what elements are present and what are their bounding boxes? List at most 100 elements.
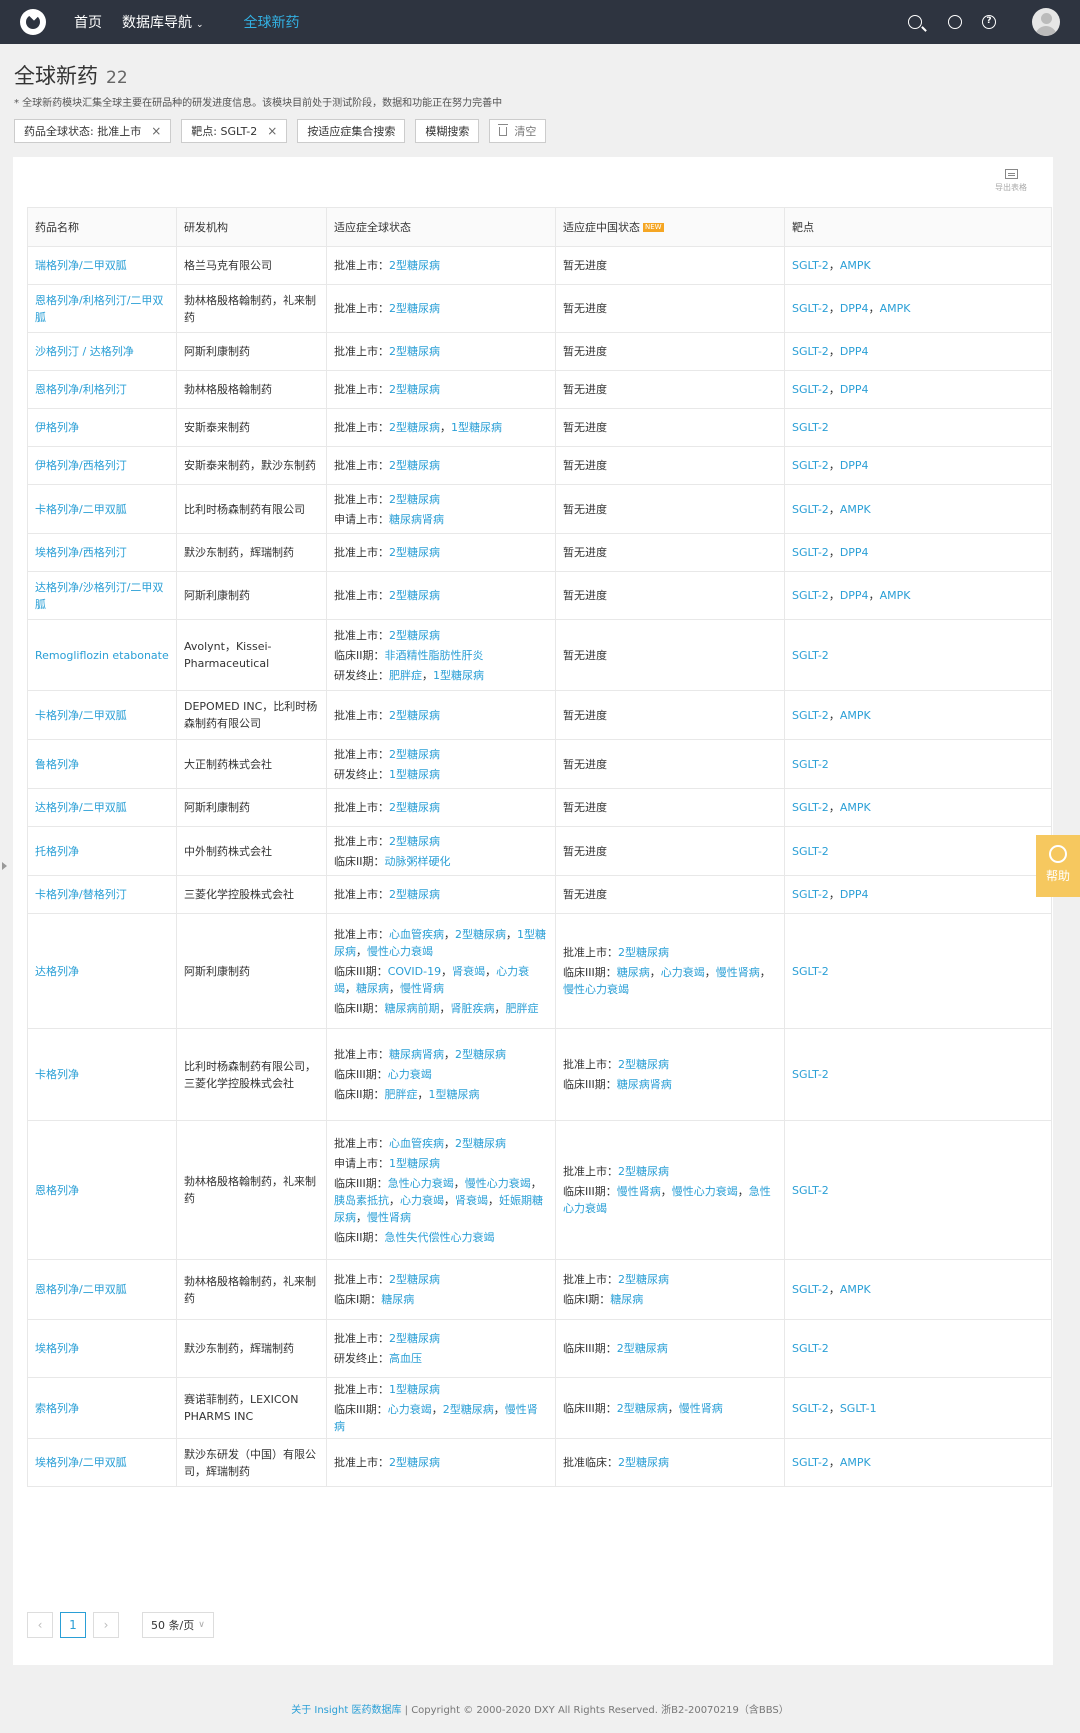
indication-link[interactable]: 动脉粥样硬化: [385, 855, 451, 868]
drug-name-link[interactable]: Remogliflozin etabonate: [35, 649, 169, 662]
indication-link[interactable]: 肾脏疾病: [451, 1002, 495, 1015]
indication-link[interactable]: 1型糖尿病: [433, 669, 484, 682]
help-button[interactable]: 帮助: [1036, 835, 1080, 897]
sidebar-toggle-icon[interactable]: [2, 862, 7, 870]
indication-link[interactable]: 高血压: [389, 1352, 422, 1365]
indication-link[interactable]: 慢性心力衰竭: [367, 945, 433, 958]
indication-link[interactable]: 2型糖尿病: [617, 1342, 668, 1355]
indication-link[interactable]: 糖尿病: [617, 966, 650, 979]
drug-name-link[interactable]: 埃格列净: [35, 1342, 79, 1355]
indication-search-button[interactable]: 按适应症集合搜索: [297, 119, 406, 143]
target-link[interactable]: AMPK: [880, 589, 911, 602]
fuzzy-search-button[interactable]: 模糊搜索: [415, 119, 480, 143]
indication-link[interactable]: 胰岛素抵抗: [334, 1194, 389, 1207]
drug-name-link[interactable]: 达格列净/二甲双胍: [35, 801, 127, 814]
indication-link[interactable]: 慢性肾病: [716, 966, 760, 979]
target-link[interactable]: DPP4: [840, 459, 869, 472]
indication-link[interactable]: 心力衰竭: [388, 1403, 432, 1416]
filter-chip-status[interactable]: 药品全球状态: 批准上市 ×: [14, 119, 172, 143]
export-table-button[interactable]: 导出表格: [995, 169, 1027, 193]
target-link[interactable]: DPP4: [840, 345, 869, 358]
target-link[interactable]: SGLT-2: [792, 503, 829, 516]
indication-link[interactable]: 急性心力衰竭: [388, 1177, 454, 1190]
indication-link[interactable]: 2型糖尿病: [443, 1403, 494, 1416]
indication-link[interactable]: 2型糖尿病: [389, 629, 440, 642]
indication-link[interactable]: 2型糖尿病: [389, 748, 440, 761]
drug-name-link[interactable]: 托格列净: [35, 845, 79, 858]
indication-link[interactable]: 2型糖尿病: [389, 259, 440, 272]
target-link[interactable]: SGLT-2: [792, 383, 829, 396]
search-icon[interactable]: [908, 15, 922, 29]
target-link[interactable]: AMPK: [880, 302, 911, 315]
target-link[interactable]: SGLT-2: [792, 345, 829, 358]
target-link[interactable]: SGLT-2: [792, 259, 829, 272]
indication-link[interactable]: 2型糖尿病: [389, 1273, 440, 1286]
target-link[interactable]: SGLT-2: [792, 965, 829, 978]
indication-link[interactable]: 慢性肾病: [367, 1211, 411, 1224]
indication-link[interactable]: 2型糖尿病: [389, 459, 440, 472]
target-link[interactable]: SGLT-2: [792, 709, 829, 722]
indication-link[interactable]: 肥胖症: [385, 1088, 418, 1101]
indication-link[interactable]: 2型糖尿病: [389, 345, 440, 358]
indication-link[interactable]: 2型糖尿病: [389, 801, 440, 814]
indication-link[interactable]: 慢性肾病: [617, 1185, 661, 1198]
indication-link[interactable]: 肥胖症: [506, 1002, 539, 1015]
drug-name-link[interactable]: 索格列净: [35, 1402, 79, 1415]
target-link[interactable]: SGLT-2: [792, 1184, 829, 1197]
target-link[interactable]: SGLT-2: [792, 649, 829, 662]
indication-link[interactable]: 2型糖尿病: [389, 709, 440, 722]
indication-link[interactable]: 2型糖尿病: [618, 946, 669, 959]
logo-icon[interactable]: [20, 9, 46, 35]
drug-name-link[interactable]: 达格列净/沙格列汀/二甲双胍: [35, 581, 163, 611]
indication-link[interactable]: 2型糖尿病: [455, 1137, 506, 1150]
indication-link[interactable]: 2型糖尿病: [389, 546, 440, 559]
drug-name-link[interactable]: 卡格列净/二甲双胍: [35, 709, 127, 722]
drug-name-link[interactable]: 卡格列净: [35, 1068, 79, 1081]
target-link[interactable]: DPP4: [840, 302, 869, 315]
indication-link[interactable]: 糖尿病肾病: [617, 1078, 672, 1091]
indication-link[interactable]: 1型糖尿病: [389, 768, 440, 781]
target-link[interactable]: SGLT-2: [792, 845, 829, 858]
target-link[interactable]: SGLT-2: [792, 546, 829, 559]
drug-name-link[interactable]: 埃格列净/西格列汀: [35, 546, 127, 559]
indication-link[interactable]: 糖尿病前期: [385, 1002, 440, 1015]
indication-link[interactable]: 2型糖尿病: [455, 1048, 506, 1061]
drug-name-link[interactable]: 伊格列净/西格列汀: [35, 459, 127, 472]
indication-link[interactable]: 1型糖尿病: [389, 1157, 440, 1170]
target-link[interactable]: SGLT-2: [792, 1283, 829, 1296]
target-link[interactable]: AMPK: [840, 709, 871, 722]
target-link[interactable]: SGLT-2: [792, 758, 829, 771]
indication-link[interactable]: 2型糖尿病: [389, 302, 440, 315]
indication-link[interactable]: 2型糖尿病: [618, 1165, 669, 1178]
indication-link[interactable]: 慢性肾病: [679, 1402, 723, 1415]
target-link[interactable]: AMPK: [840, 1456, 871, 1469]
indication-link[interactable]: 肾衰竭: [455, 1194, 488, 1207]
target-link[interactable]: SGLT-2: [792, 801, 829, 814]
target-link[interactable]: DPP4: [840, 383, 869, 396]
target-link[interactable]: AMPK: [840, 801, 871, 814]
drug-name-link[interactable]: 瑞格列净/二甲双胍: [35, 259, 127, 272]
indication-link[interactable]: 1型糖尿病: [389, 1383, 440, 1396]
close-icon[interactable]: ×: [267, 124, 277, 138]
about-link[interactable]: 关于 Insight 医药数据库: [291, 1705, 401, 1716]
indication-link[interactable]: 非酒精性脂肪性肝炎: [385, 649, 484, 662]
drug-name-link[interactable]: 鲁格列净: [35, 758, 79, 771]
indication-link[interactable]: 2型糖尿病: [389, 835, 440, 848]
drug-name-link[interactable]: 卡格列净/替格列汀: [35, 888, 127, 901]
target-link[interactable]: DPP4: [840, 888, 869, 901]
nav-home[interactable]: 首页: [74, 12, 102, 32]
indication-link[interactable]: 糖尿病: [381, 1293, 414, 1306]
prev-page-button[interactable]: ‹: [27, 1612, 53, 1638]
drug-name-link[interactable]: 恩格列净: [35, 1184, 79, 1197]
indication-link[interactable]: 2型糖尿病: [389, 383, 440, 396]
target-link[interactable]: SGLT-1: [840, 1402, 877, 1415]
indication-link[interactable]: 2型糖尿病: [389, 1332, 440, 1345]
lightbulb-icon[interactable]: [948, 15, 962, 29]
indication-link[interactable]: 慢性心力衰竭: [465, 1177, 531, 1190]
page-size-select[interactable]: 50 条/页 ∨: [142, 1612, 214, 1638]
indication-link[interactable]: COVID-19: [388, 965, 441, 978]
target-link[interactable]: AMPK: [840, 259, 871, 272]
target-link[interactable]: AMPK: [840, 1283, 871, 1296]
indication-link[interactable]: 糖尿病肾病: [389, 1048, 444, 1061]
indication-link[interactable]: 1型糖尿病: [429, 1088, 480, 1101]
